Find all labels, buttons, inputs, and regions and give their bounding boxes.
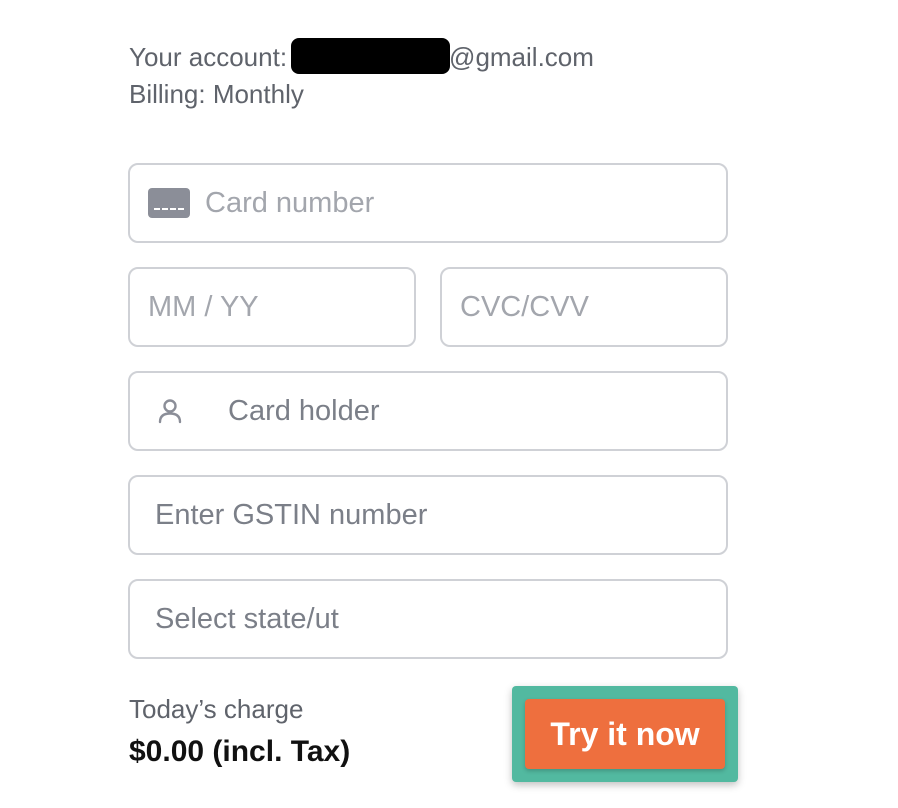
redacted-email [291,38,451,74]
state-select[interactable] [128,579,728,659]
card-number-input[interactable] [205,165,726,241]
account-label: Your account: [129,42,288,72]
card-number-field[interactable] [128,163,728,243]
cvc-input[interactable] [460,269,726,345]
cvc-field[interactable] [440,267,728,347]
expiry-field[interactable] [128,267,416,347]
user-icon [158,399,182,424]
billing-cycle: Billing: Monthly [129,79,304,109]
card-holder-field[interactable] [128,371,728,451]
state-input[interactable] [155,581,726,657]
charge-amount: $0.00 (incl. Tax) [129,735,351,768]
account-email-suffix: @gmail.com [449,42,594,72]
credit-card-icon [148,188,190,218]
try-it-now-button[interactable]: Try it now [525,699,725,769]
charge-label: Today’s charge [129,694,304,724]
expiry-input[interactable] [148,269,414,345]
account-line: Your account: @gmail.com [129,38,594,74]
gstin-input[interactable] [155,477,726,553]
gstin-field[interactable] [128,475,728,555]
card-holder-input[interactable] [228,373,726,449]
